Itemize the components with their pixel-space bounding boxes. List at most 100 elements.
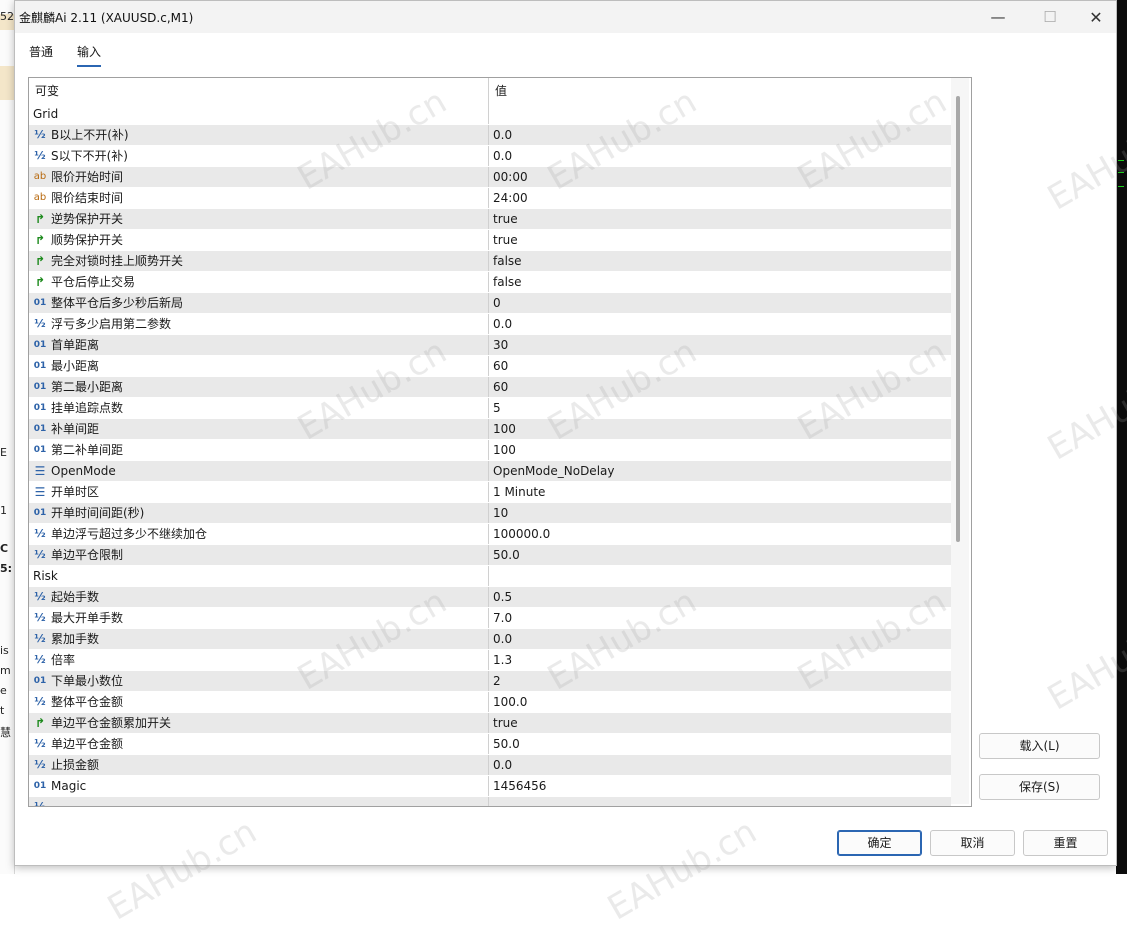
maximize-icon: ☐	[1043, 8, 1057, 26]
value-cell[interactable]: 0.5	[489, 587, 951, 607]
table-row[interactable]: ↱ 逆势保护开关 true	[29, 209, 951, 230]
close-button[interactable]: ✕	[1073, 1, 1119, 33]
integer-icon: 01	[33, 508, 47, 518]
group-row[interactable]: Risk	[29, 566, 951, 587]
value-cell[interactable]: 0.0	[489, 125, 951, 145]
value-cell[interactable]: 0.0	[489, 146, 951, 166]
value-cell	[489, 566, 951, 586]
table-row[interactable]: 01 补单间距 100	[29, 419, 951, 440]
value-cell[interactable]: 7.0	[489, 608, 951, 628]
variable-cell: ½ 浮亏多少启用第二参数	[29, 314, 489, 334]
reset-button[interactable]: 重置	[1023, 830, 1108, 856]
background-text: 5:	[0, 562, 13, 575]
variable-cell: ☰ OpenMode	[29, 461, 489, 481]
variable-name: 止损金额	[51, 758, 100, 772]
table-row[interactable]: 01 第二最小距离 60	[29, 377, 951, 398]
value-cell[interactable]: 60	[489, 356, 951, 376]
value-cell[interactable]: 0.0	[489, 629, 951, 649]
table-row[interactable]: ½ 单边平仓限制 50.0	[29, 545, 951, 566]
value-cell[interactable]: 1 Minute	[489, 482, 951, 502]
value-cell[interactable]: true	[489, 209, 951, 229]
table-row[interactable]: ½ 累加手数 0.0	[29, 629, 951, 650]
vertical-scrollbar[interactable]	[951, 78, 969, 804]
value-cell[interactable]: 0	[489, 293, 951, 313]
variable-cell: 01 Magic	[29, 776, 489, 796]
table-row[interactable]: ½ 单边平仓金额 50.0	[29, 734, 951, 755]
table-row[interactable]: 01 下单最小数位 2	[29, 671, 951, 692]
table-row[interactable]: ☰ OpenMode OpenMode_NoDelay	[29, 461, 951, 482]
table-row[interactable]: ↱ 完全对锁时挂上顺势开关 false	[29, 251, 951, 272]
variable-cell: ↱ 完全对锁时挂上顺势开关	[29, 251, 489, 271]
title-bar[interactable]: 金麒麟Ai 2.11 (XAUUSD.c,M1) — ☐ ✕	[15, 1, 1116, 33]
table-row[interactable]: ½ 止损金额 0.0	[29, 755, 951, 776]
table-row[interactable]: 01 开单时间间距(秒) 10	[29, 503, 951, 524]
value-cell[interactable]: true	[489, 230, 951, 250]
table-row[interactable]: ↱ 单边平仓金额累加开关 true	[29, 713, 951, 734]
tab-common[interactable]: 普通	[29, 43, 53, 65]
group-row[interactable]: Grid	[29, 104, 951, 125]
table-row[interactable]: ↱ 顺势保护开关 true	[29, 230, 951, 251]
value-cell[interactable]: 100.0	[489, 692, 951, 712]
value-cell[interactable]: false	[489, 251, 951, 271]
table-row[interactable]: ½ S以下不开(补) 0.0	[29, 146, 951, 167]
column-header-variable[interactable]: 可变	[29, 78, 489, 104]
table-row[interactable]: ½ 整体平仓金额 100.0	[29, 692, 951, 713]
column-header-value[interactable]: 值	[489, 78, 951, 104]
table-row[interactable]: 01 最小距离 60	[29, 356, 951, 377]
value-cell[interactable]: true	[489, 713, 951, 733]
table-row[interactable]: ab 限价结束时间 24:00	[29, 188, 951, 209]
tab-inputs[interactable]: 输入	[77, 43, 102, 67]
value-cell[interactable]	[489, 797, 951, 806]
variable-name: 平仓后停止交易	[51, 275, 136, 289]
fraction-icon: ½	[34, 758, 46, 771]
scrollbar-thumb[interactable]	[956, 96, 960, 542]
value-cell[interactable]: OpenMode_NoDelay	[489, 461, 951, 481]
table-row[interactable]: ↱ 平仓后停止交易 false	[29, 272, 951, 293]
value-cell[interactable]: 100	[489, 440, 951, 460]
table-row[interactable]: 01 Magic 1456456	[29, 776, 951, 797]
cancel-button[interactable]: 取消	[930, 830, 1015, 856]
table-row[interactable]: ½ 浮亏多少启用第二参数 0.0	[29, 314, 951, 335]
save-button[interactable]: 保存(S)	[979, 774, 1100, 800]
variable-name: OpenMode	[51, 464, 116, 478]
value-cell[interactable]: 50.0	[489, 545, 951, 565]
value-cell[interactable]: 100000.0	[489, 524, 951, 544]
variable-cell: 01 首单距离	[29, 335, 489, 355]
variable-name: 逆势保护开关	[51, 212, 124, 226]
value-cell[interactable]: 24:00	[489, 188, 951, 208]
table-row[interactable]: ½ 起始手数 0.5	[29, 587, 951, 608]
ok-button[interactable]: 确定	[837, 830, 922, 856]
value-cell[interactable]: 60	[489, 377, 951, 397]
table-row[interactable]: 01 挂单追踪点数 5	[29, 398, 951, 419]
table-row[interactable]: ☰ 开单时区 1 Minute	[29, 482, 951, 503]
minimize-button[interactable]: —	[975, 1, 1021, 33]
value-cell[interactable]: 00:00	[489, 167, 951, 187]
value-cell[interactable]: 50.0	[489, 734, 951, 754]
table-row[interactable]: 01 整体平仓后多少秒后新局 0	[29, 293, 951, 314]
chart-tick	[1118, 160, 1124, 161]
value-cell[interactable]: 1456456	[489, 776, 951, 796]
maximize-button[interactable]: ☐	[1027, 1, 1073, 33]
table-row[interactable]: ab 限价开始时间 00:00	[29, 167, 951, 188]
value-cell[interactable]: 1.3	[489, 650, 951, 670]
value-cell[interactable]: 2	[489, 671, 951, 691]
variable-cell: 01 挂单追踪点数	[29, 398, 489, 418]
table-row[interactable]: ½ B以上不开(补) 0.0	[29, 125, 951, 146]
value-cell[interactable]: 0.0	[489, 755, 951, 775]
bool-icon: ↱	[34, 716, 46, 730]
table-row[interactable]: 01 首单距离 30	[29, 335, 951, 356]
value-cell[interactable]: 0.0	[489, 314, 951, 334]
bool-icon: ↱	[34, 275, 46, 289]
value-cell[interactable]: 5	[489, 398, 951, 418]
load-button[interactable]: 载入(L)	[979, 733, 1100, 759]
table-row[interactable]: ½	[29, 797, 951, 806]
table-row[interactable]: 01 第二补单间距 100	[29, 440, 951, 461]
value-cell[interactable]: 100	[489, 419, 951, 439]
value-cell[interactable]: 10	[489, 503, 951, 523]
variable-cell: 01 整体平仓后多少秒后新局	[29, 293, 489, 313]
value-cell[interactable]: false	[489, 272, 951, 292]
table-row[interactable]: ½ 倍率 1.3	[29, 650, 951, 671]
table-row[interactable]: ½ 最大开单手数 7.0	[29, 608, 951, 629]
value-cell[interactable]: 30	[489, 335, 951, 355]
table-row[interactable]: ½ 单边浮亏超过多少不继续加仓 100000.0	[29, 524, 951, 545]
